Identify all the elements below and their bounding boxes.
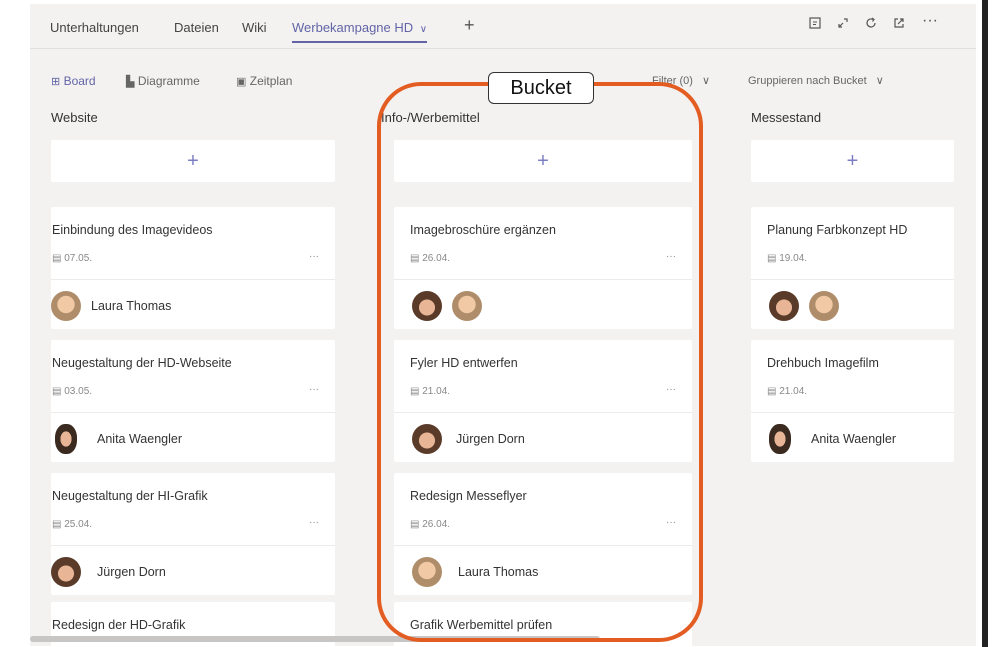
tab-werbekampagne[interactable]: Werbekampagne HD ∨ xyxy=(292,20,428,43)
task-title: Redesign der HD-Grafik xyxy=(52,618,186,632)
task-title: Planung Farbkonzept HD xyxy=(767,223,908,237)
add-tab-button[interactable]: + xyxy=(464,15,475,36)
assignee-name: Jürgen Dorn xyxy=(97,565,166,579)
assignees xyxy=(769,291,849,321)
view-diagramme-label: Diagramme xyxy=(137,74,200,88)
task-title: Einbindung des Imagevideos xyxy=(52,223,213,237)
calendar-icon: ▤ xyxy=(52,519,62,530)
task-title: Neugestaltung der HD-Webseite xyxy=(52,356,232,370)
open-external-icon[interactable] xyxy=(892,16,906,34)
calendar-icon: ▤ xyxy=(767,253,777,264)
divider xyxy=(751,412,954,413)
task-card[interactable]: Einbindung des Imagevideos ▤ 07.05. ··· … xyxy=(51,207,335,329)
calendar-icon: ▤ xyxy=(52,386,62,397)
avatar xyxy=(769,291,799,321)
refresh-icon[interactable] xyxy=(864,16,878,34)
view-board-label: Board xyxy=(63,74,96,88)
calendar-icon: ▤ xyxy=(52,253,62,264)
task-card[interactable]: Neugestaltung der HI-Grafik ▤ 25.04. ···… xyxy=(51,473,335,595)
chevron-down-icon: ∨ xyxy=(875,75,884,87)
assignee-name: Anita Waengler xyxy=(97,432,182,446)
more-icon[interactable]: ··· xyxy=(309,251,319,262)
view-zeitplan[interactable]: ▣ Zeitplan xyxy=(236,74,292,88)
chart-icon: ▙ xyxy=(126,76,135,88)
task-card[interactable]: Drehbuch Imagefilm ▤ 21.04. Anita Waengl… xyxy=(751,340,954,462)
due-date: ▤ 07.05. xyxy=(52,253,92,264)
bucket-header: Messestand xyxy=(751,110,822,125)
avatar xyxy=(51,291,81,321)
group-label: Gruppieren nach Bucket xyxy=(748,75,867,87)
bucket-highlight-ring xyxy=(377,82,703,642)
due-date-value: 25.04. xyxy=(64,519,93,530)
due-date-value: 07.05. xyxy=(64,253,93,264)
more-icon[interactable]: ··· xyxy=(309,384,319,395)
tab-werbekampagne-label: Werbekampagne HD xyxy=(292,20,414,35)
divider xyxy=(51,279,335,280)
view-board[interactable]: ⊞ Board xyxy=(51,74,96,88)
task-title: Neugestaltung der HI-Grafik xyxy=(52,489,208,503)
more-icon[interactable]: ··· xyxy=(922,12,938,30)
add-task-button[interactable]: + xyxy=(751,140,954,182)
divider xyxy=(751,279,954,280)
view-diagramme[interactable]: ▙ Diagramme xyxy=(126,74,200,88)
due-date-value: 19.04. xyxy=(779,253,808,264)
tab-wiki[interactable]: Wiki xyxy=(242,20,267,35)
due-date: ▤ 21.04. xyxy=(767,386,807,397)
calendar-icon: ▤ xyxy=(767,386,777,397)
tab-dateien[interactable]: Dateien xyxy=(174,20,219,35)
task-title: Drehbuch Imagefilm xyxy=(767,356,879,370)
group-by-button[interactable]: Gruppieren nach Bucket ∨ xyxy=(748,74,884,87)
assignees: Laura Thomas xyxy=(51,291,171,321)
bucket-callout-label: Bucket xyxy=(488,72,594,104)
tab-bar: Unterhaltungen Dateien Wiki Werbekampagn… xyxy=(30,4,976,49)
bucket-header: Website xyxy=(51,110,98,125)
task-card[interactable]: Planung Farbkonzept HD ▤ 19.04. xyxy=(751,207,954,329)
assignee-name: Anita Waengler xyxy=(811,432,896,446)
due-date: ▤ 25.04. xyxy=(52,519,92,530)
due-date-value: 21.04. xyxy=(779,386,808,397)
assignee-name: Laura Thomas xyxy=(91,299,172,313)
popout-icon[interactable] xyxy=(836,16,850,34)
tab-unterhaltungen[interactable]: Unterhaltungen xyxy=(50,20,139,35)
due-date: ▤ 19.04. xyxy=(767,253,807,264)
avatar xyxy=(51,557,81,587)
divider xyxy=(51,412,335,413)
window-edge xyxy=(982,0,988,647)
assignees: Jürgen Dorn xyxy=(51,557,166,587)
assignees: Anita Waengler xyxy=(51,424,182,454)
more-icon[interactable]: ··· xyxy=(309,517,319,528)
avatar xyxy=(55,424,77,454)
expand-icon[interactable] xyxy=(808,16,822,34)
board-icon: ⊞ xyxy=(51,76,61,88)
view-zeitplan-label: Zeitplan xyxy=(249,74,293,88)
divider xyxy=(51,545,335,546)
chevron-down-icon: ∨ xyxy=(419,24,428,35)
avatar xyxy=(769,424,791,454)
add-task-button[interactable]: + xyxy=(51,140,335,182)
assignees: Anita Waengler xyxy=(769,424,896,454)
calendar-icon: ▣ xyxy=(236,76,247,88)
due-date: ▤ 03.05. xyxy=(52,386,92,397)
chevron-down-icon: ∨ xyxy=(702,75,711,87)
task-card[interactable]: Neugestaltung der HD-Webseite ▤ 03.05. ·… xyxy=(51,340,335,462)
due-date-value: 03.05. xyxy=(64,386,93,397)
avatar xyxy=(809,291,839,321)
